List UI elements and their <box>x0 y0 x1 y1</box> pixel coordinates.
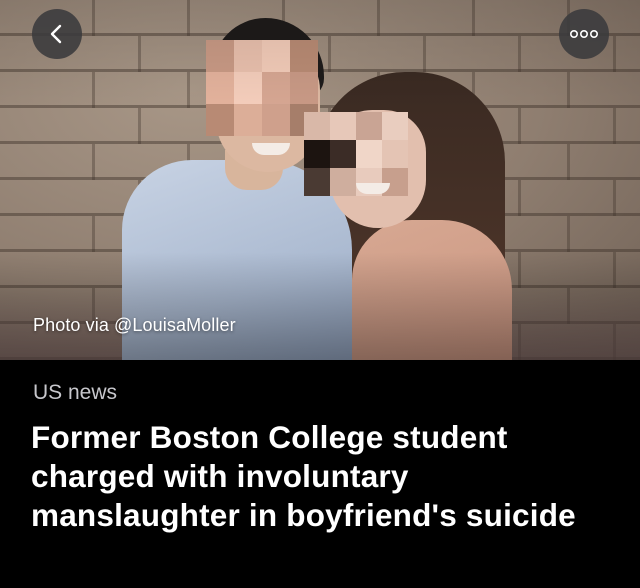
hero-photo: Photo via @LouisaMoller <box>0 0 640 360</box>
ellipsis-icon <box>569 29 598 39</box>
article-screen: Photo via @LouisaMoller US news Former B… <box>0 0 640 588</box>
more-options-button[interactable] <box>559 9 609 59</box>
section-label[interactable]: US news <box>33 381 117 405</box>
back-button[interactable] <box>32 9 82 59</box>
article-headline: Former Boston College student charged wi… <box>31 419 576 533</box>
chevron-left-icon <box>50 24 62 44</box>
photo-credit: Photo via @LouisaMoller <box>33 315 236 335</box>
